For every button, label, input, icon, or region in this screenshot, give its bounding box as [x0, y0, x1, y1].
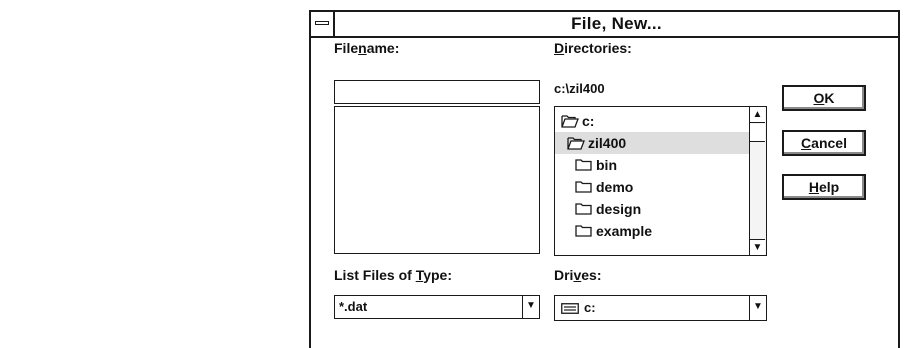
directory-scrollbar[interactable]: ▲ ▼ [749, 107, 766, 255]
scroll-down-button[interactable]: ▼ [750, 239, 765, 255]
scroll-thumb[interactable] [750, 124, 765, 142]
drives-label: Drives: [554, 267, 602, 283]
directory-name: zil400 [588, 135, 627, 151]
directory-item-bin[interactable]: bin [555, 154, 750, 176]
file-new-dialog: File, New... Filename: Directories: c:\z… [309, 10, 900, 348]
dialog-title: File, New... [571, 14, 662, 33]
drives-select[interactable]: c: ▼ [554, 295, 767, 321]
directory-name: design [596, 201, 642, 217]
directory-name: demo [596, 179, 634, 195]
folder-icon [575, 225, 592, 237]
directory-name: example [596, 223, 653, 239]
directories-label: Directories: [554, 40, 632, 56]
scroll-up-button[interactable]: ▲ [750, 107, 765, 123]
folder-icon [575, 203, 592, 215]
system-menu-button[interactable] [311, 12, 335, 36]
chevron-down-icon: ▼ [753, 301, 763, 312]
ok-button[interactable]: OK [782, 85, 866, 111]
open-folder-icon [567, 137, 585, 150]
directory-name: c: [582, 113, 595, 129]
directory-item-design[interactable]: design [555, 198, 750, 220]
file-type-label: List Files of Type: [334, 267, 452, 283]
file-list[interactable] [334, 106, 540, 254]
filename-input[interactable] [334, 80, 540, 104]
system-menu-icon [315, 21, 329, 25]
cancel-button[interactable]: Cancel [782, 130, 866, 156]
filename-label: Filename: [334, 40, 400, 56]
folder-icon [575, 159, 592, 171]
chevron-down-icon: ▼ [526, 300, 536, 311]
directory-item-example[interactable]: example [555, 220, 750, 242]
file-type-dropdown-button[interactable]: ▼ [522, 296, 539, 318]
arrow-down-icon: ▼ [752, 242, 763, 253]
directory-name: bin [596, 157, 617, 173]
open-folder-icon [561, 115, 579, 128]
title-bar[interactable]: File, New... [311, 12, 898, 38]
drives-value: c: [584, 300, 596, 315]
drives-dropdown-button[interactable]: ▼ [749, 296, 766, 320]
directory-list[interactable]: c: zil400 bin demo design example ▲ ▼ [554, 106, 767, 256]
directory-item-demo[interactable]: demo [555, 176, 750, 198]
folder-icon [575, 181, 592, 193]
file-type-select[interactable]: *.dat ▼ [334, 295, 540, 319]
current-directory-path: c:\zil400 [554, 81, 605, 96]
arrow-up-icon: ▲ [752, 109, 763, 120]
directory-item-zil400[interactable]: zil400 [555, 132, 750, 154]
help-button[interactable]: Help [782, 174, 866, 200]
drive-icon [561, 303, 579, 314]
file-type-value: *.dat [339, 299, 368, 314]
directory-item-c[interactable]: c: [555, 110, 750, 132]
